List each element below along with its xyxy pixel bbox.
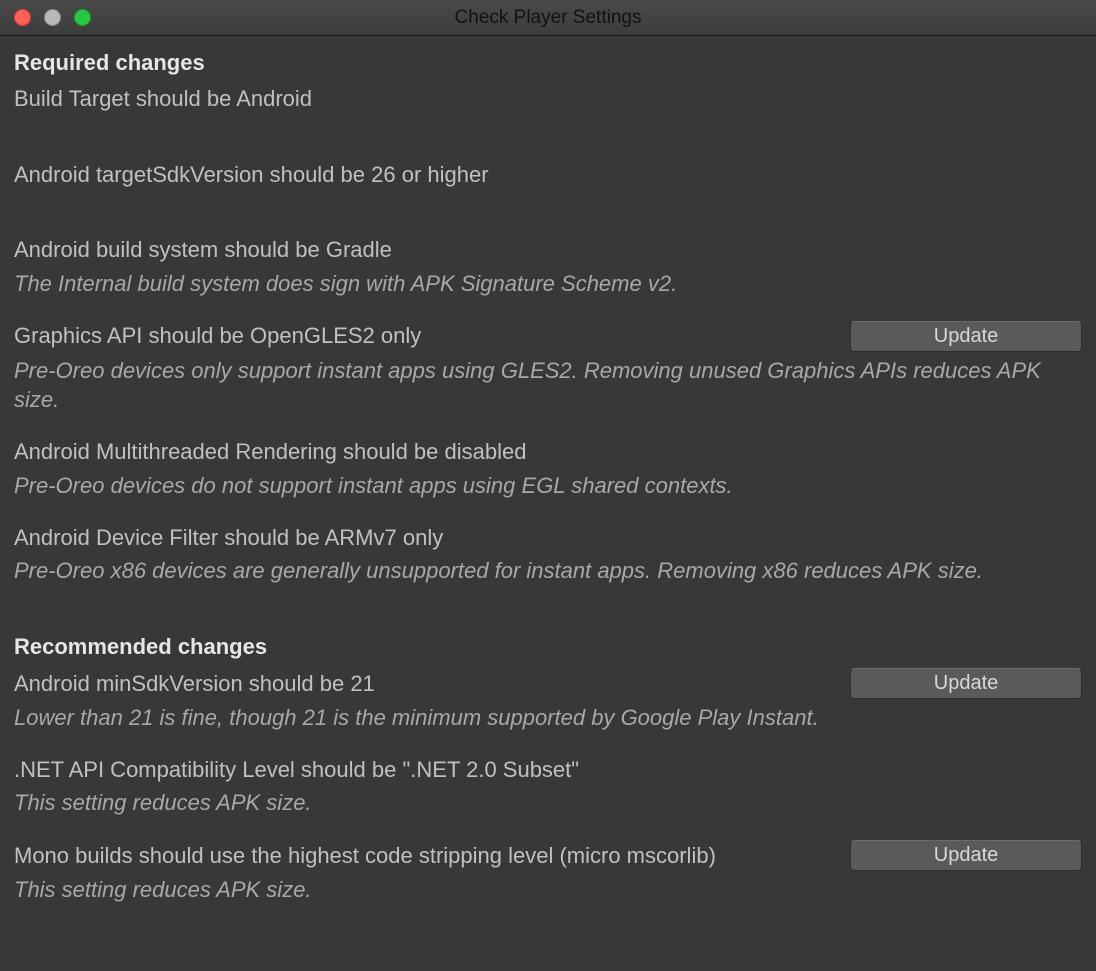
check-item: Android Multithreaded Rendering should b… <box>14 437 1082 500</box>
content-pane: Required changes Build Target should be … <box>0 36 1096 913</box>
check-item-title: Android Multithreaded Rendering should b… <box>14 437 1082 467</box>
update-button[interactable]: Update <box>850 668 1082 699</box>
check-item-description: Pre-Oreo devices do not support instant … <box>14 471 1082 501</box>
required-changes-header: Required changes <box>14 50 1082 76</box>
check-item-title: .NET API Compatibility Level should be "… <box>14 755 1082 785</box>
check-item-title: Build Target should be Android <box>14 84 1082 114</box>
window-titlebar: Check Player Settings <box>0 0 1096 36</box>
check-item-description: Lower than 21 is fine, though 21 is the … <box>14 703 1082 733</box>
check-item: Graphics API should be OpenGLES2 only Up… <box>14 321 1082 415</box>
check-item-description: This setting reduces APK size. <box>14 875 1082 905</box>
recommended-changes-header: Recommended changes <box>14 634 1082 660</box>
update-button[interactable]: Update <box>850 840 1082 871</box>
check-item: Android build system should be Gradle Th… <box>14 235 1082 298</box>
check-item-description: Pre-Oreo x86 devices are generally unsup… <box>14 556 1082 586</box>
check-item-description: This setting reduces APK size. <box>14 788 1082 818</box>
check-item: Android minSdkVersion should be 21 Updat… <box>14 668 1082 733</box>
check-item: .NET API Compatibility Level should be "… <box>14 755 1082 818</box>
check-item: Android targetSdkVersion should be 26 or… <box>14 160 1082 190</box>
check-item-title: Android Device Filter should be ARMv7 on… <box>14 523 1082 553</box>
maximize-icon[interactable] <box>74 9 91 26</box>
minimize-icon[interactable] <box>44 9 61 26</box>
close-icon[interactable] <box>14 9 31 26</box>
check-item-title: Mono builds should use the highest code … <box>14 841 838 871</box>
check-item-description: Pre-Oreo devices only support instant ap… <box>14 356 1082 415</box>
window-title: Check Player Settings <box>0 7 1096 29</box>
check-item-description: The Internal build system does sign with… <box>14 269 1082 299</box>
check-item: Mono builds should use the highest code … <box>14 840 1082 905</box>
check-item-title: Android build system should be Gradle <box>14 235 1082 265</box>
check-item-title: Graphics API should be OpenGLES2 only <box>14 321 838 351</box>
check-item: Android Device Filter should be ARMv7 on… <box>14 523 1082 586</box>
check-item-title: Android minSdkVersion should be 21 <box>14 669 838 699</box>
check-item-title: Android targetSdkVersion should be 26 or… <box>14 160 1082 190</box>
check-item: Build Target should be Android <box>14 84 1082 114</box>
update-button[interactable]: Update <box>850 321 1082 352</box>
window-controls <box>14 9 91 26</box>
